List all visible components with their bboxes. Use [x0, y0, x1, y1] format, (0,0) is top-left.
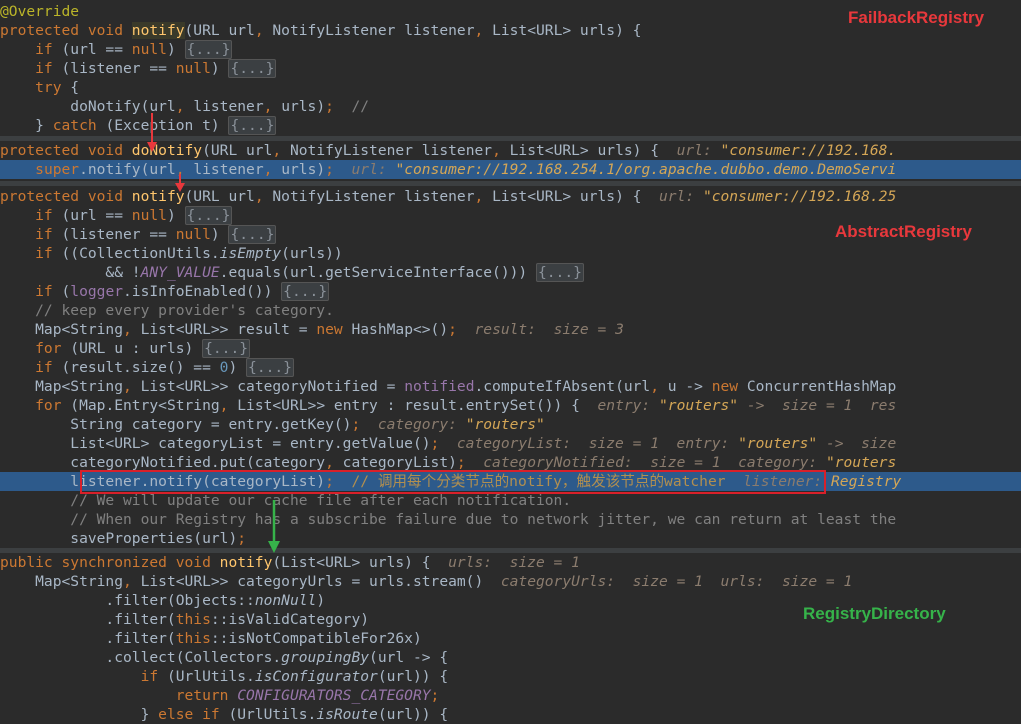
- red-arrow-2: [175, 174, 185, 192]
- call-flow-arrows: [147, 113, 280, 553]
- red-arrow-1: [147, 113, 157, 152]
- green-arrow: [268, 500, 280, 553]
